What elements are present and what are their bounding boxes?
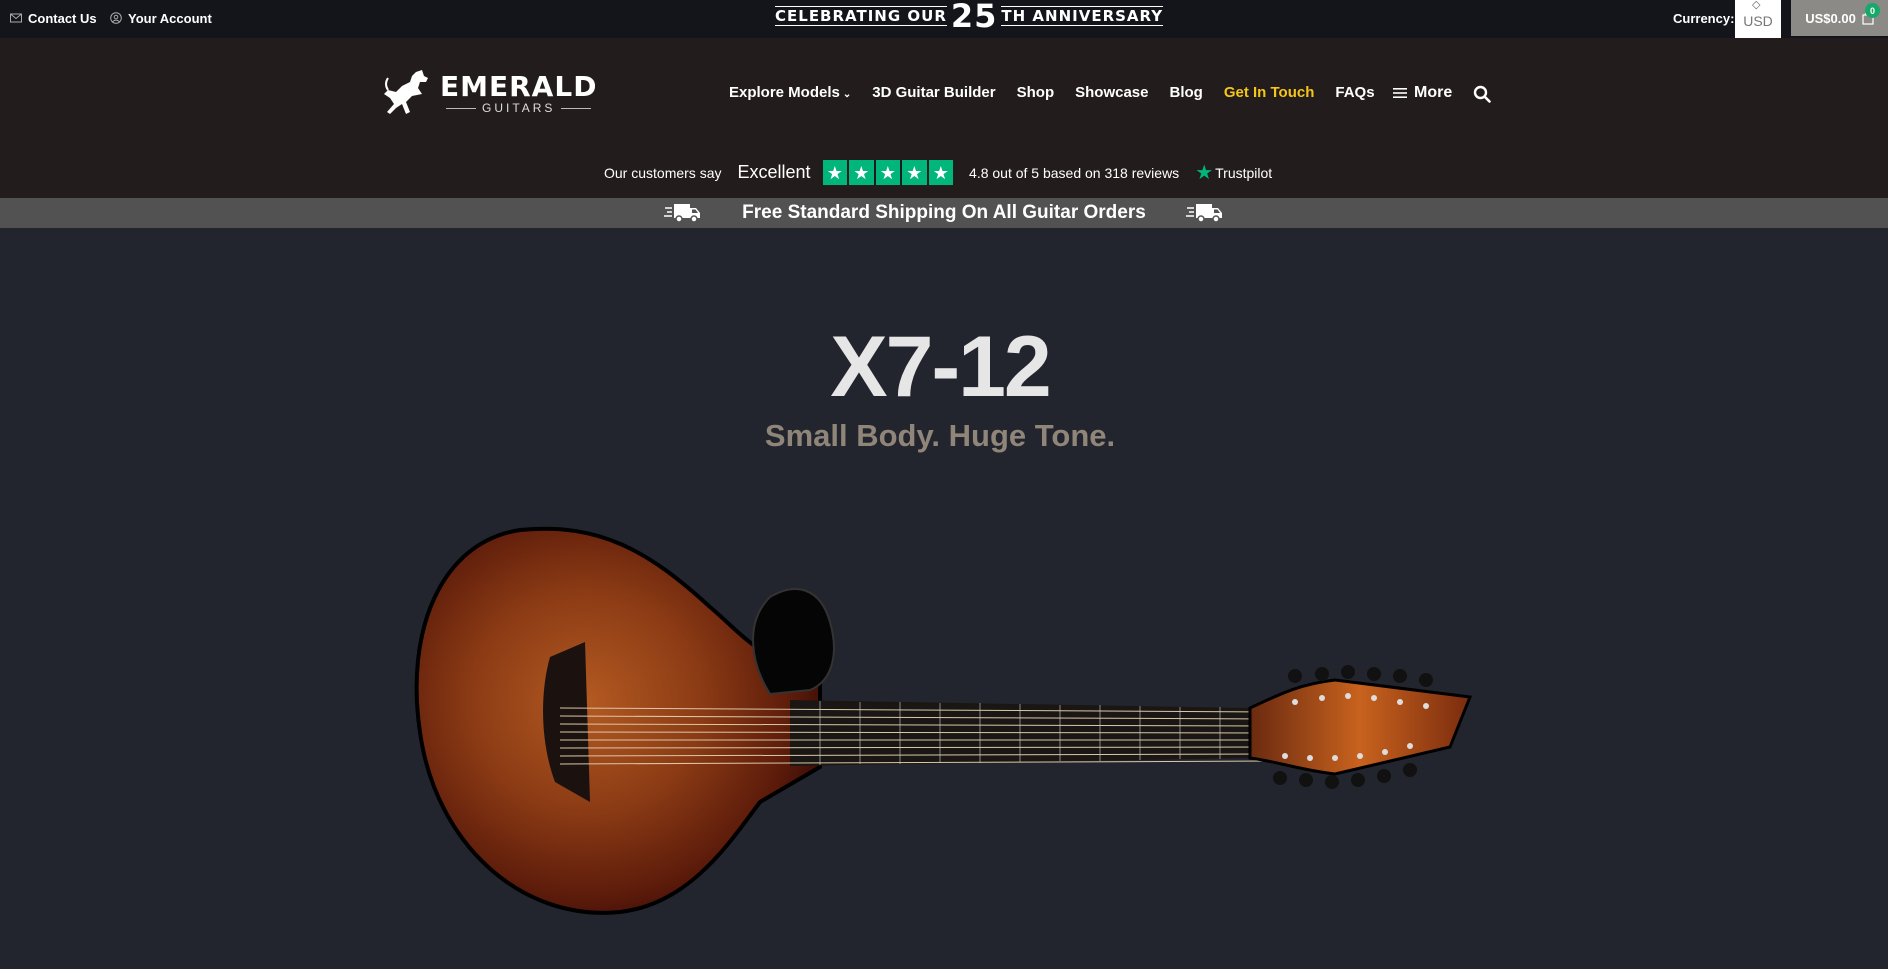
trustpilot-rating: 4.8 out of 5 based on 318 reviews — [969, 164, 1180, 181]
nav-get-in-touch[interactable]: Get In Touch — [1224, 84, 1315, 101]
your-account-link[interactable]: Your Account — [110, 0, 212, 36]
trustpilot-stars: ★ ★ ★ ★ ★ — [822, 160, 954, 185]
chevron-down-icon: ⌄ — [842, 89, 852, 100]
more-menu-button[interactable]: More — [1393, 84, 1452, 102]
star-icon: ★ — [902, 160, 927, 185]
trustpilot-widget[interactable]: Our customers say Excellent ★ ★ ★ ★ ★ 4.… — [604, 160, 1272, 185]
star-icon: ★ — [822, 160, 848, 185]
guitar-image — [414, 526, 1473, 915]
trustpilot-brand-label: Trustpilot — [1215, 164, 1273, 181]
currency-label: Currency: — [1673, 11, 1735, 26]
mail-icon — [10, 13, 22, 23]
cart-button[interactable]: US$0.00 0 — [1791, 0, 1888, 36]
nav-shop[interactable]: Shop — [1017, 84, 1055, 101]
anniversary-number: 25 — [950, 0, 998, 35]
nav-faqs[interactable]: FAQs — [1335, 84, 1374, 101]
more-label: More — [1414, 84, 1453, 101]
delivery-truck-icon — [1185, 204, 1222, 223]
star-icon: ★ — [849, 160, 874, 185]
shipping-banner: Free Standard Shipping On All Guitar Ord… — [0, 198, 1888, 228]
emerald-guitars-logo[interactable]: EMERALD GUITARS — [382, 68, 597, 118]
top-utility-bar: Contact Us Your Account CELEBRATING OUR … — [0, 0, 1888, 38]
your-account-label: Your Account — [128, 10, 212, 26]
star-icon: ★ — [875, 160, 901, 185]
search-icon — [1473, 85, 1491, 103]
trustpilot-say: Our customers say — [604, 164, 722, 181]
shipping-text: Free Standard Shipping On All Guitar Ord… — [742, 202, 1146, 223]
horse-logo-icon — [384, 70, 428, 114]
contact-us-label: Contact Us — [28, 10, 97, 26]
nav-3d-guitar-builder[interactable]: 3D Guitar Builder — [872, 84, 995, 101]
user-icon — [110, 12, 122, 24]
product-title: X7-12 — [830, 319, 1052, 415]
product-tagline: Small Body. Huge Tone. — [764, 418, 1116, 453]
nav-explore-models-label: Explore Models — [729, 84, 840, 101]
logo-subtitle: GUITARS — [446, 102, 591, 114]
cart-total: US$0.00 — [1805, 10, 1856, 26]
cart-count-badge: 0 — [1865, 3, 1880, 18]
trustpilot-star-icon: ★ — [1195, 162, 1214, 184]
main-header: EMERALD GUITARS Explore Models ⌄ 3D Guita… — [0, 38, 1888, 198]
nav-blog[interactable]: Blog — [1169, 84, 1202, 101]
logo-wordmark: EMERALD — [440, 70, 598, 103]
hamburger-icon — [1393, 88, 1407, 98]
nav-explore-models[interactable]: Explore Models ⌄ — [729, 84, 851, 101]
anniversary-text-before: CELEBRATING OUR — [775, 6, 947, 26]
search-button[interactable] — [1473, 85, 1491, 108]
nav-showcase[interactable]: Showcase — [1075, 84, 1148, 101]
delivery-truck-icon — [664, 204, 701, 223]
trustpilot-excellent: Excellent — [737, 162, 811, 182]
anniversary-text-after: TH ANNIVERSARY — [1001, 6, 1164, 26]
trustpilot-brand: ★ Trustpilot — [1195, 160, 1272, 185]
chevron-down-icon: ◇ — [1752, 0, 1761, 11]
currency-value: USD — [1743, 13, 1773, 29]
anniversary-banner: CELEBRATING OUR 25 TH ANNIVERSARY — [775, 0, 1164, 35]
contact-us-link[interactable]: Contact Us — [10, 0, 97, 36]
main-nav: Explore Models ⌄ 3D Guitar Builder Shop S… — [729, 84, 1396, 101]
star-icon: ★ — [928, 160, 954, 185]
currency-select[interactable]: ◇ USD — [1735, 0, 1781, 38]
